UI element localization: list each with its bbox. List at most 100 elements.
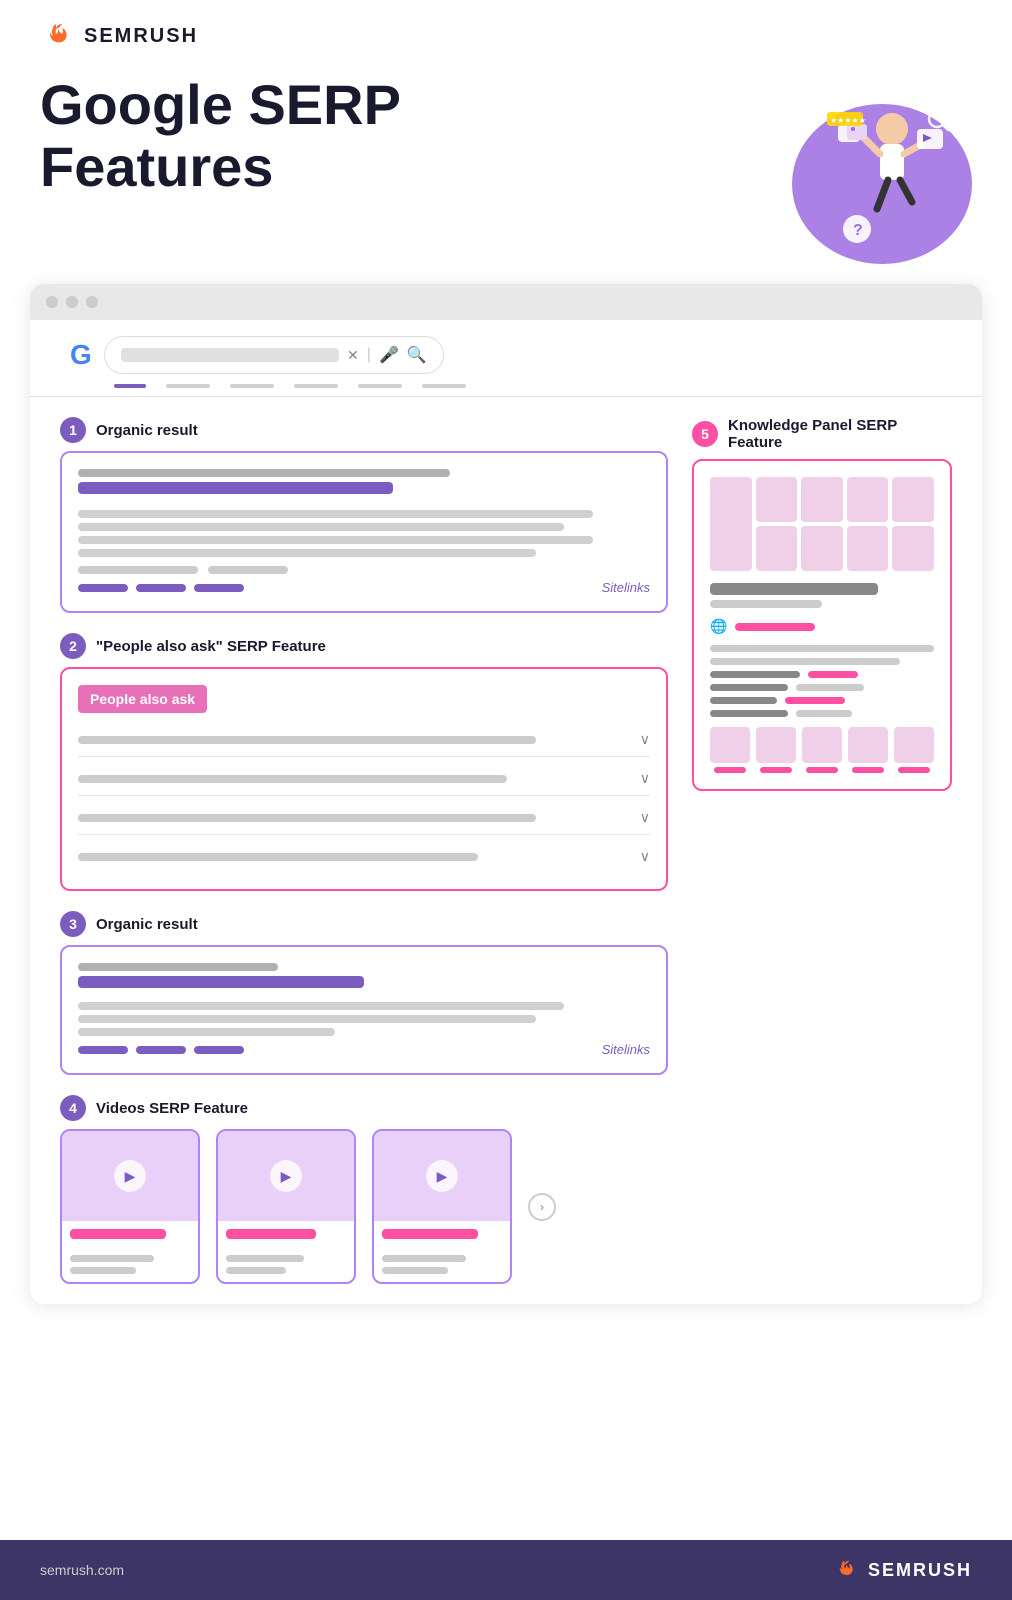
kp-detail-row [710, 697, 934, 704]
footer-brand-name: SEMRUSH [868, 1560, 972, 1581]
section-3-label: 3 Organic result [60, 911, 668, 937]
video-card-1[interactable]: ▶ [60, 1129, 200, 1284]
sitelink[interactable] [136, 584, 186, 592]
nav-tab-images[interactable] [166, 384, 210, 388]
kp-card-label [806, 767, 838, 773]
video-card-3[interactable]: ▶ [372, 1129, 512, 1284]
section-4-title: Videos SERP Feature [96, 1100, 248, 1117]
video-info-2 [218, 1221, 354, 1282]
paa-box: People also ask ∨ ∨ ∨ [60, 667, 668, 891]
footer: semrush.com SEMRUSH [0, 1540, 1012, 1600]
section-number-4: 4 [60, 1095, 86, 1121]
knowledge-panel-box: 🌐 [692, 459, 952, 791]
kp-detail-key [710, 697, 777, 704]
clear-icon[interactable]: ✕ [347, 347, 359, 364]
line [78, 1028, 335, 1036]
organic-result-3-box: Sitelinks [60, 945, 668, 1075]
video-meta-bar [382, 1267, 448, 1274]
paa-row-4[interactable]: ∨ [78, 840, 650, 873]
kp-detail-value [808, 671, 858, 678]
video-info-1 [62, 1221, 198, 1282]
kp-card-2[interactable] [756, 727, 796, 773]
line [78, 1015, 536, 1023]
hero-section: Google SERP Features [0, 64, 1012, 284]
video-title-bar [70, 1229, 166, 1239]
kp-image-cell [847, 526, 889, 571]
video-thumbnail-3: ▶ [374, 1131, 510, 1221]
section-organic-3: 3 Organic result [60, 911, 668, 1075]
semrush-flame-icon [40, 18, 76, 54]
line [78, 549, 536, 557]
video-thumbnail-2: ▶ [218, 1131, 354, 1221]
serp-left-column: 1 Organic result [60, 417, 668, 1284]
sitelinks-links-3 [78, 1046, 244, 1054]
kp-cards-row [710, 727, 934, 773]
sitelinks-label-1: Sitelinks [602, 580, 650, 595]
video-meta-bar [70, 1267, 136, 1274]
paa-row-3[interactable]: ∨ [78, 801, 650, 835]
kp-card-1[interactable] [710, 727, 750, 773]
serp-right-column: 5 Knowledge Panel SERP Feature [692, 417, 952, 1284]
organic-1-lines [78, 469, 650, 574]
browser-dot-green [86, 296, 98, 308]
nav-tabs-row [70, 384, 942, 388]
section-number-1: 1 [60, 417, 86, 443]
kp-detail-key [710, 671, 800, 678]
sitelink[interactable] [78, 584, 128, 592]
nav-tab-all[interactable] [114, 384, 146, 388]
kp-image-cell [801, 526, 843, 571]
browser-chrome-bar [30, 284, 982, 320]
kp-card-3[interactable] [802, 727, 842, 773]
microphone-icon[interactable]: 🎤 [379, 345, 399, 365]
video-card-2[interactable]: ▶ [216, 1129, 356, 1284]
paa-row-2[interactable]: ∨ [78, 762, 650, 796]
kp-card-4[interactable] [848, 727, 888, 773]
search-divider: | [367, 346, 371, 364]
line-purple [78, 976, 364, 988]
section-5-label: 5 Knowledge Panel SERP Feature [692, 417, 952, 451]
play-button-1[interactable]: ▶ [114, 1160, 146, 1192]
kp-image-cell [892, 477, 934, 522]
video-info-3 [374, 1221, 510, 1282]
chevron-down-icon: ∨ [640, 848, 650, 865]
hero-title-wrapper: Google SERP Features [40, 74, 540, 197]
nav-tab-news[interactable] [294, 384, 338, 388]
kp-card-image [894, 727, 934, 763]
kp-detail-row [710, 671, 934, 678]
section-number-2: 2 [60, 633, 86, 659]
sitelinks-row-3: Sitelinks [78, 1042, 650, 1057]
kp-title-block [710, 583, 934, 608]
nav-tab-more[interactable] [422, 384, 466, 388]
video-meta-bar [382, 1255, 466, 1262]
kp-website-row: 🌐 [710, 618, 934, 635]
play-button-3[interactable]: ▶ [426, 1160, 458, 1192]
sitelink[interactable] [194, 1046, 244, 1054]
kp-card-label [760, 767, 792, 773]
illustration-svg: ? ★★★★★ [752, 74, 972, 264]
section-1-label: 1 Organic result [60, 417, 668, 443]
search-submit-icon[interactable]: 🔍 [407, 345, 427, 365]
kp-website-link[interactable] [735, 623, 815, 631]
sitelinks-row-1: Sitelinks [78, 580, 650, 595]
svg-text:★★★★★: ★★★★★ [830, 116, 866, 125]
section-number-5: 5 [692, 421, 718, 447]
sitelink[interactable] [78, 1046, 128, 1054]
kp-detail-line [710, 645, 934, 652]
kp-detail-block [710, 645, 934, 717]
page-title: Google SERP Features [40, 74, 540, 197]
footer-url: semrush.com [40, 1562, 124, 1578]
nav-tab-maps[interactable] [358, 384, 402, 388]
section-3-title: Organic result [96, 916, 198, 933]
carousel-next-button[interactable]: › [528, 1193, 556, 1221]
video-meta-bar [70, 1255, 154, 1262]
chevron-down-icon: ∨ [640, 770, 650, 787]
section-2-label: 2 "People also ask" SERP Feature [60, 633, 668, 659]
sitelink[interactable] [194, 584, 244, 592]
nav-tab-videos[interactable] [230, 384, 274, 388]
sitelink[interactable] [136, 1046, 186, 1054]
paa-questions: ∨ ∨ ∨ ∨ [78, 723, 650, 873]
search-box[interactable]: ✕ | 🎤 🔍 [104, 336, 444, 374]
play-button-2[interactable]: ▶ [270, 1160, 302, 1192]
paa-row-1[interactable]: ∨ [78, 723, 650, 757]
kp-card-5[interactable] [894, 727, 934, 773]
